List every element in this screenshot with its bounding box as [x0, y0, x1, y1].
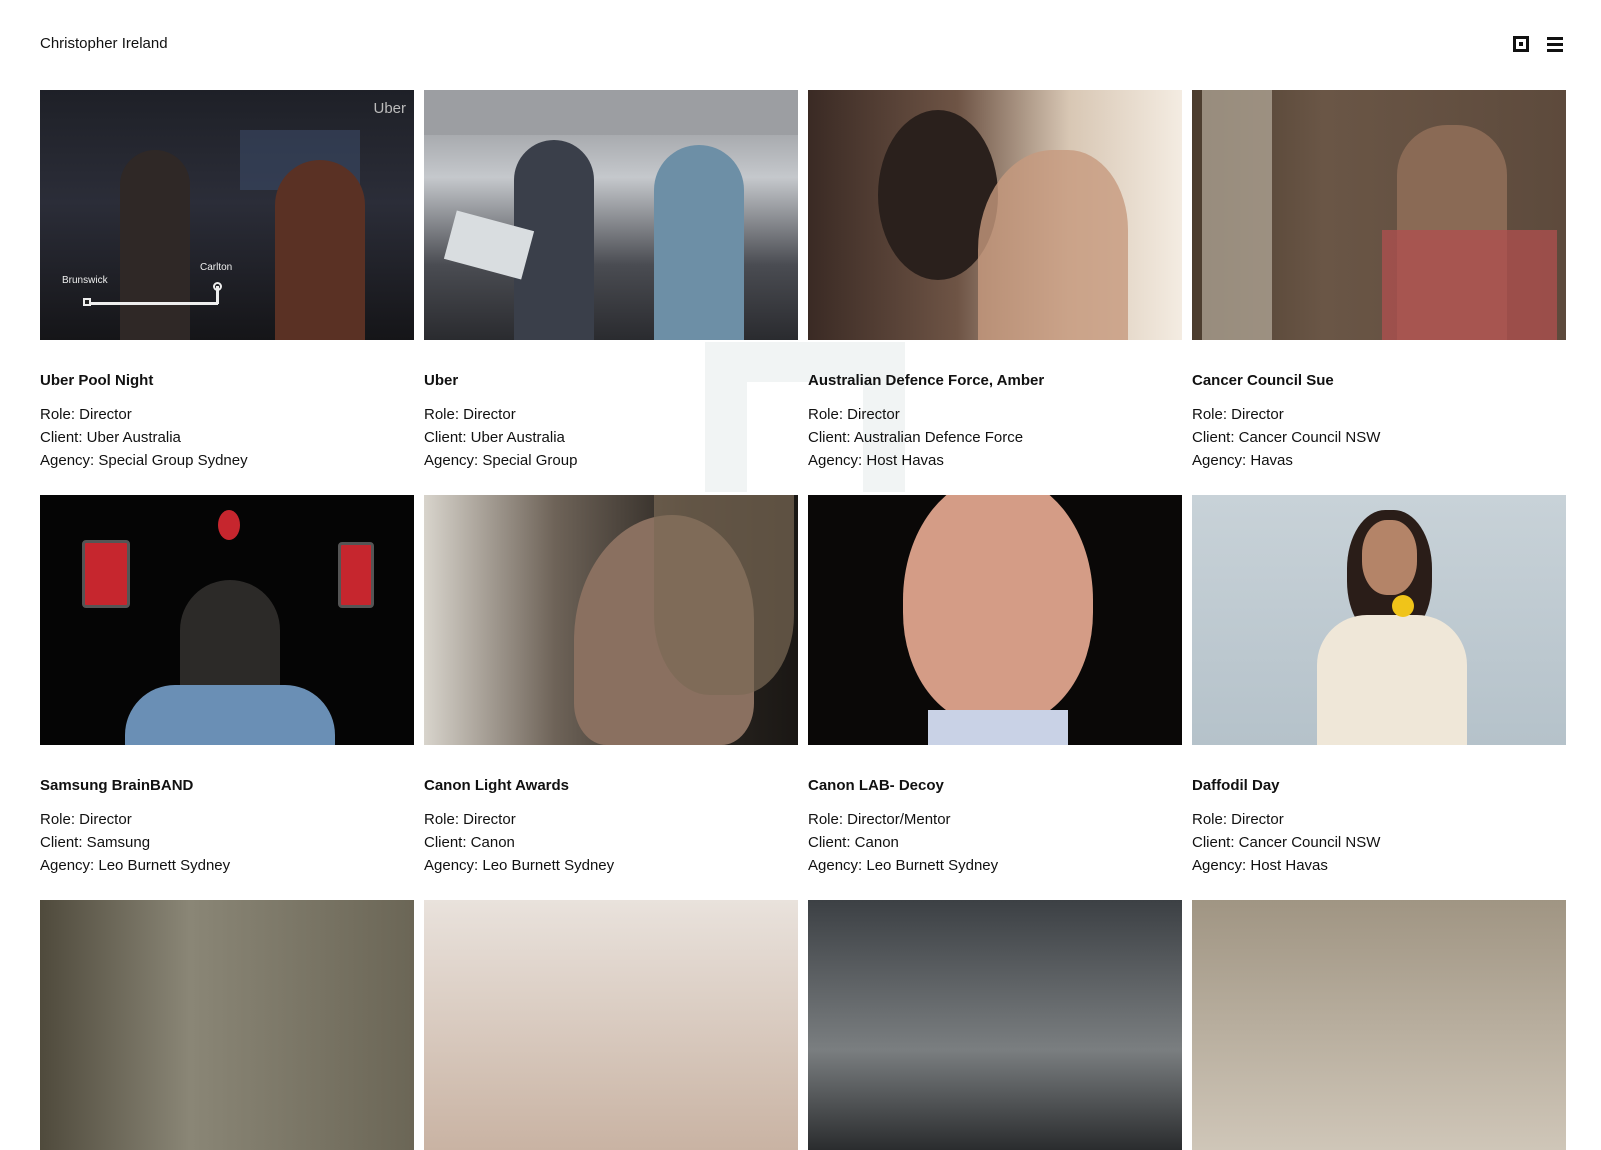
daffodil	[1392, 595, 1414, 617]
project-client: Client: Uber Australia	[424, 429, 565, 446]
cardigan	[1317, 615, 1467, 745]
project-card[interactable]	[1192, 900, 1566, 1150]
project-client: Client: Canon	[424, 834, 515, 851]
project-title[interactable]: Samsung BrainBAND	[40, 776, 414, 796]
project-title[interactable]: Uber	[424, 371, 798, 391]
menu-bar	[1547, 43, 1563, 46]
project-thumbnail[interactable]	[1192, 495, 1566, 745]
project-client: Client: Uber Australia	[40, 429, 181, 446]
project-role: Role: Director	[424, 811, 516, 828]
project-agency: Agency: Host Havas	[808, 452, 944, 469]
route-from-label: Brunswick	[62, 275, 108, 286]
phone-display	[338, 542, 374, 608]
project-role: Role: Director	[808, 406, 900, 423]
passenger-silhouette	[275, 160, 365, 340]
project-card[interactable]: Uber Role: Director Client: Uber Austral…	[424, 90, 798, 472]
menu-bar	[1547, 37, 1563, 40]
brand-watermark: Uber	[373, 100, 406, 117]
project-card[interactable]: Daffodil Day Role: Director Client: Canc…	[1192, 495, 1566, 877]
window-lattice	[1202, 90, 1272, 340]
project-client: Client: Australian Defence Force	[808, 429, 1024, 446]
project-thumbnail[interactable]: Uber Brunswick Carlton	[40, 90, 414, 340]
project-thumbnail[interactable]	[424, 495, 798, 745]
route-line	[86, 302, 218, 305]
jersey	[125, 685, 335, 745]
project-thumbnail[interactable]	[808, 495, 1182, 745]
project-agency: Agency: Leo Burnett Sydney	[808, 857, 999, 874]
face-silhouette	[978, 150, 1128, 340]
passenger-silhouette	[654, 145, 744, 340]
project-card[interactable]: Canon Light Awards Role: Director Client…	[424, 495, 798, 877]
project-title[interactable]: Uber Pool Night	[40, 371, 414, 391]
passenger-silhouette	[120, 150, 190, 340]
project-agency: Agency: Special Group	[424, 452, 578, 469]
project-role: Role: Director/Mentor	[808, 811, 951, 828]
project-card[interactable]: Cancer Council Sue Role: Director Client…	[1192, 90, 1566, 472]
plaid-shirt	[1382, 230, 1557, 340]
project-card[interactable]	[424, 900, 798, 1150]
watch-display	[218, 510, 240, 540]
project-title[interactable]: Canon LAB- Decoy	[808, 776, 1182, 796]
route-end-marker	[213, 282, 222, 291]
project-client: Client: Cancer Council NSW	[1192, 834, 1381, 851]
project-role: Role: Director	[1192, 811, 1284, 828]
project-card[interactable]: Samsung BrainBAND Role: Director Client:…	[40, 495, 414, 877]
phone-display	[82, 540, 130, 608]
project-thumbnail[interactable]	[808, 900, 1182, 1150]
route-to-label: Carlton	[200, 262, 233, 273]
project-thumbnail[interactable]	[1192, 900, 1566, 1150]
project-card[interactable]	[808, 900, 1182, 1150]
project-agency: Agency: Havas	[1192, 452, 1293, 469]
grid-view-icon[interactable]	[1513, 36, 1529, 52]
project-role: Role: Director	[40, 811, 132, 828]
grid-view-dot	[1519, 42, 1523, 46]
project-thumbnail[interactable]	[424, 900, 798, 1150]
project-client: Client: Samsung	[40, 834, 151, 851]
face-silhouette	[1362, 520, 1417, 595]
project-client: Client: Cancer Council NSW	[1192, 429, 1381, 446]
project-card[interactable]: Canon LAB- Decoy Role: Director/Mentor C…	[808, 495, 1182, 877]
project-role: Role: Director	[40, 406, 132, 423]
project-thumbnail[interactable]	[808, 90, 1182, 340]
project-agency: Agency: Special Group Sydney	[40, 452, 248, 469]
project-thumbnail[interactable]	[1192, 90, 1566, 340]
project-card[interactable]: Uber Brunswick Carlton Uber Pool Night R…	[40, 90, 414, 472]
project-thumbnail[interactable]	[424, 90, 798, 340]
project-thumbnail[interactable]	[40, 495, 414, 745]
project-title[interactable]: Daffodil Day	[1192, 776, 1566, 796]
project-thumbnail[interactable]	[40, 900, 414, 1150]
project-title[interactable]: Australian Defence Force, Amber	[808, 371, 1182, 391]
car-roof	[424, 90, 798, 135]
route-start-marker	[83, 298, 91, 306]
project-agency: Agency: Leo Burnett Sydney	[40, 857, 231, 874]
site-title[interactable]: Christopher Ireland	[40, 35, 168, 52]
project-card[interactable]: Australian Defence Force, Amber Role: Di…	[808, 90, 1182, 472]
project-title[interactable]: Canon Light Awards	[424, 776, 798, 796]
project-role: Role: Director	[1192, 406, 1284, 423]
project-client: Client: Canon	[808, 834, 899, 851]
project-title[interactable]: Cancer Council Sue	[1192, 371, 1566, 391]
menu-bar	[1547, 49, 1563, 52]
face-silhouette	[903, 495, 1093, 725]
project-role: Role: Director	[424, 406, 516, 423]
project-agency: Agency: Leo Burnett Sydney	[424, 857, 615, 874]
hair	[654, 495, 794, 695]
shirt-collar	[928, 710, 1068, 745]
hamburger-menu-icon[interactable]	[1547, 36, 1563, 52]
project-agency: Agency: Host Havas	[1192, 857, 1328, 874]
project-card[interactable]	[40, 900, 414, 1150]
site-header: Christopher Ireland	[0, 0, 1601, 88]
